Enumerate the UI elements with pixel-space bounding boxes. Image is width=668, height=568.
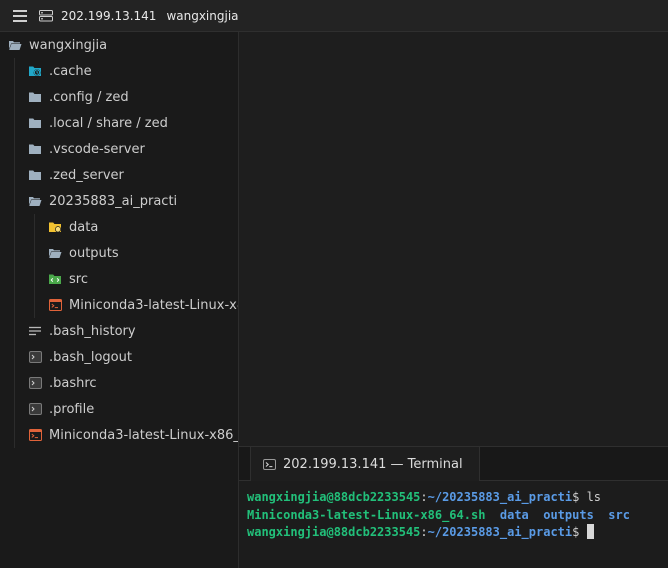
tree-item[interactable]: .cache — [0, 58, 238, 84]
terminal-line: Miniconda3-latest-Linux-x86_64.sh data o… — [247, 507, 630, 522]
tree-item[interactable]: .zed_server — [0, 162, 238, 188]
tree-item[interactable]: Miniconda3-latest-Linux-x8 — [0, 292, 239, 318]
tree-item-label: .vscode-server — [49, 141, 145, 157]
tree-item[interactable]: .local / share / zed — [0, 110, 238, 136]
tree-item-label: .config / zed — [49, 89, 129, 105]
tree-item[interactable]: 20235883_ai_practi — [0, 188, 238, 214]
folder-open-icon — [48, 246, 62, 260]
project-name-button[interactable]: wangxingjia — [166, 9, 238, 23]
tree-item-label: .local / share / zed — [49, 115, 168, 131]
terminal-tab-bar: 202.199.13.141 — Terminal — [239, 447, 668, 481]
tree-item-label: .bash_logout — [49, 349, 132, 365]
tree-item-label: .profile — [49, 401, 95, 417]
tree-item-label: src — [69, 271, 88, 287]
tree-item[interactable]: .vscode-server — [0, 136, 238, 162]
tree-item-label: 20235883_ai_practi — [49, 193, 178, 209]
tree-item-label: outputs — [69, 245, 119, 261]
data-folder-icon — [48, 220, 62, 234]
remote-server-icon[interactable] — [39, 9, 53, 22]
tree-item-label: .bash_history — [49, 323, 136, 339]
tree-item[interactable]: .config / zed — [0, 84, 238, 110]
terminal-cursor — [586, 524, 594, 539]
terminal-panel: 202.199.13.141 — Terminal wangxingjia@88… — [239, 446, 668, 568]
tree-item-label: data — [69, 219, 99, 235]
terminal-file-icon — [28, 402, 42, 416]
folder-icon — [28, 116, 42, 130]
text-lines-icon — [28, 324, 42, 338]
tree-item[interactable]: outputs — [0, 240, 238, 266]
tree-item-label: .cache — [49, 63, 92, 79]
terminal-icon — [263, 458, 276, 470]
tree-item-label: Miniconda3-latest-Linux-x8 — [69, 297, 239, 313]
tree-item[interactable]: .bash_logout — [0, 344, 238, 370]
remote-host-button[interactable]: 202.199.13.141 — [61, 9, 156, 23]
folder-open-icon — [28, 194, 42, 208]
folder-icon — [28, 142, 42, 156]
tree-item-label: .bashrc — [49, 375, 97, 391]
terminal-file-icon — [28, 350, 42, 364]
tree-item[interactable]: .profile — [0, 396, 238, 422]
terminal-output[interactable]: wangxingjia@88dcb2233545:~/20235883_ai_p… — [239, 481, 668, 542]
terminal-tab[interactable]: 202.199.13.141 — Terminal — [250, 447, 480, 481]
tree-item-label: Miniconda3-latest-Linux-x86_ — [49, 427, 239, 443]
folder-icon — [28, 90, 42, 104]
tree-item[interactable]: .bashrc — [0, 370, 238, 396]
cache-folder-icon — [28, 64, 42, 78]
folder-icon — [28, 168, 42, 182]
folder-open-icon — [8, 38, 22, 52]
terminal-tab-label: 202.199.13.141 — Terminal — [283, 456, 463, 472]
tree-item[interactable]: Miniconda3-latest-Linux-x86_ — [0, 422, 239, 448]
terminal-file-icon — [28, 376, 42, 390]
tree-item[interactable]: wangxingjia — [0, 32, 238, 58]
tree-item[interactable]: src — [0, 266, 238, 292]
project-panel: wangxingjia .cache .config / zed .local / s… — [0, 32, 239, 568]
title-bar: 202.199.13.141 wangxingjia — [0, 0, 668, 32]
terminal-line: wangxingjia@88dcb2233545:~/20235883_ai_p… — [247, 524, 668, 542]
tree-item[interactable]: .bash_history — [0, 318, 238, 344]
tree-item[interactable]: data — [0, 214, 238, 240]
tree-item-label: wangxingjia — [29, 37, 108, 53]
shell-script-icon — [28, 428, 42, 442]
terminal-line: wangxingjia@88dcb2233545:~/20235883_ai_p… — [247, 490, 602, 504]
shell-script-icon — [48, 298, 62, 312]
tree-item-label: .zed_server — [49, 167, 124, 183]
hamburger-menu-icon[interactable] — [13, 9, 27, 22]
source-folder-icon — [48, 272, 62, 286]
editor-area[interactable] — [239, 32, 668, 446]
